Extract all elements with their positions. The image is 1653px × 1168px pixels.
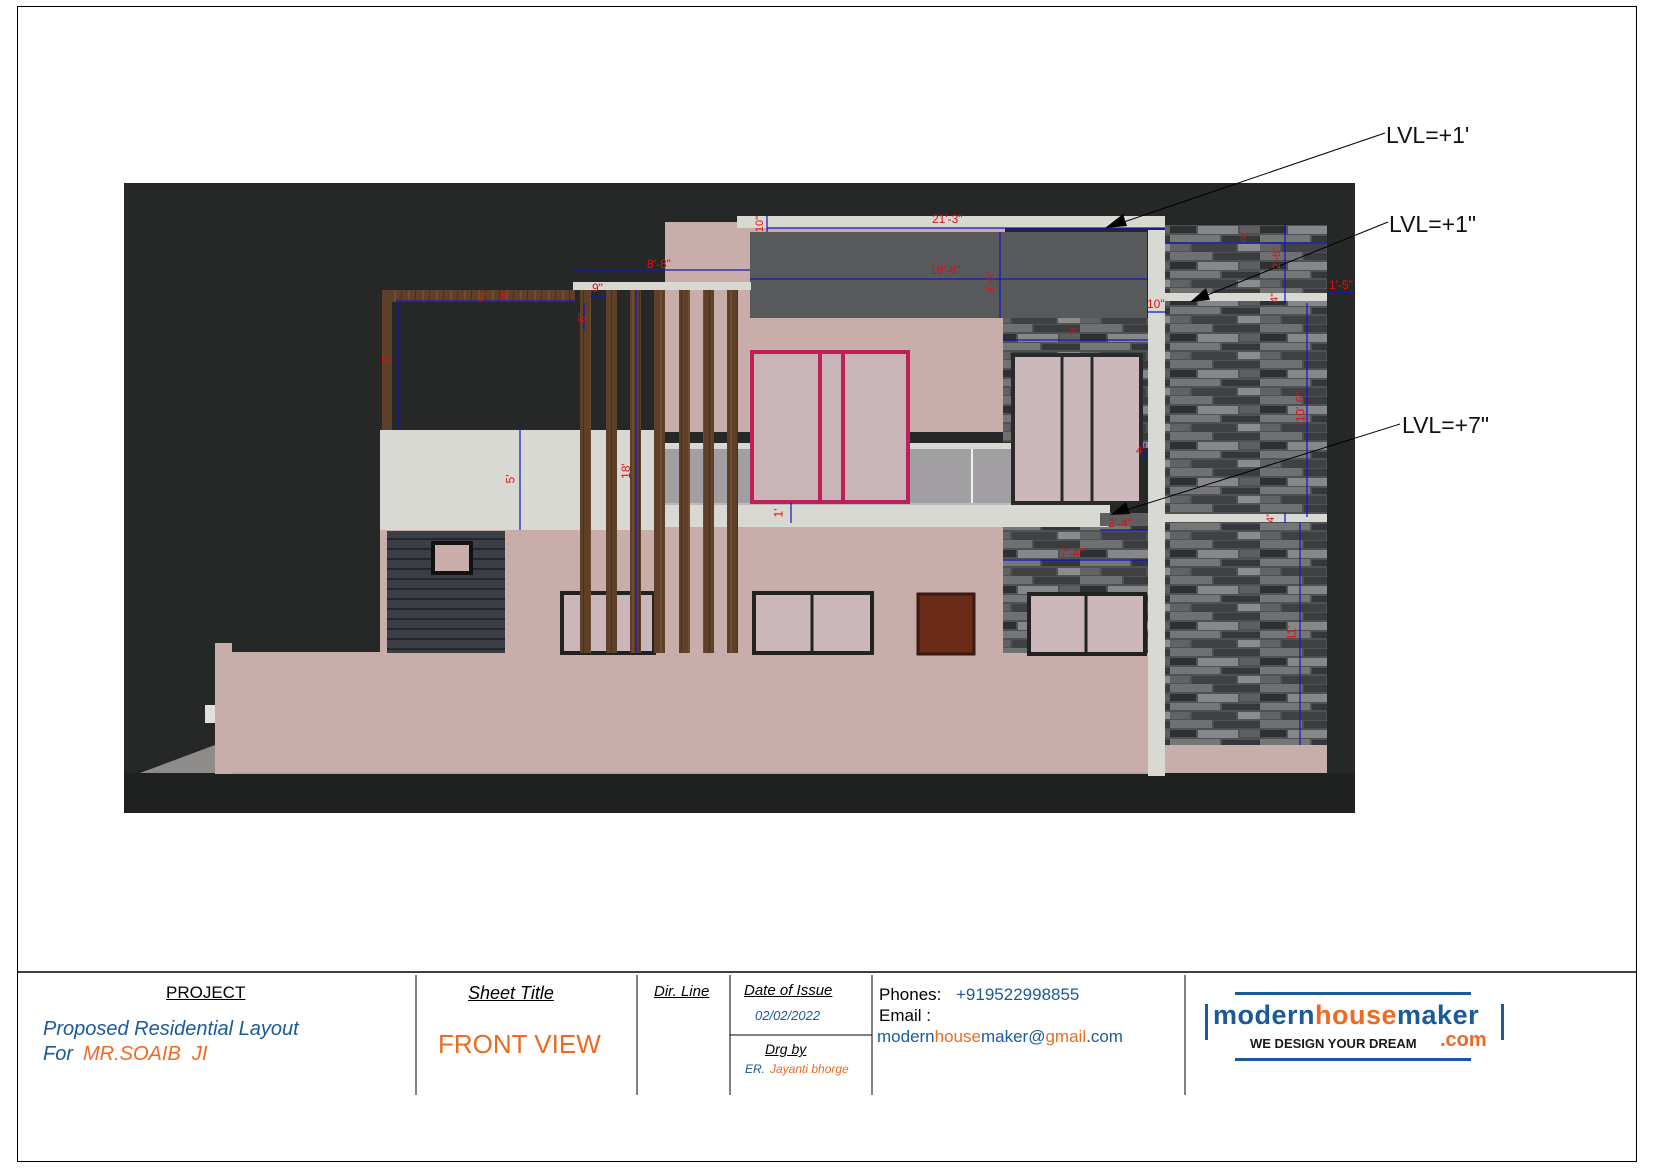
dim-label: 10": [1147, 297, 1165, 311]
date-label: Date of Issue: [744, 982, 833, 999]
project-line2-prefix: For: [43, 1043, 73, 1065]
dim-label: 4": [1265, 512, 1278, 524]
dim-label: 2'-4": [1108, 516, 1132, 530]
dim-label: 7': [1068, 325, 1077, 339]
upper-window-red: [750, 350, 910, 504]
phones-value: +919522998855: [956, 985, 1080, 1004]
dim-label: 10'-6": [1293, 391, 1308, 423]
drg-by-prefix: ER.: [745, 1062, 766, 1076]
slab-right-lower: [1165, 514, 1327, 522]
dim-label: 5': [503, 474, 518, 484]
drg-by-label: Drg by: [765, 1041, 807, 1057]
level-label: LVL=+1": [1389, 211, 1477, 237]
drg-by-name: Jayanti bhorge: [770, 1062, 849, 1076]
boundary-pillar: [215, 643, 232, 773]
logo-tagline: WE DESIGN YOUR DREAM: [1250, 1036, 1417, 1051]
dim-label: 9': [478, 290, 487, 304]
level-label: LVL=+1': [1386, 122, 1470, 148]
sheet-title-label: Sheet Title: [468, 983, 554, 1003]
main-door: [916, 592, 976, 656]
boundary-lamp: [205, 705, 215, 723]
dim-label: 6": [577, 312, 589, 323]
upper-window-right: [1011, 353, 1143, 505]
company-logo: modernhousemaker WE DESIGN YOUR DREAM .c…: [1200, 990, 1513, 1066]
dim-label: 8": [500, 290, 511, 302]
dim-label: 4'-6": [984, 271, 997, 293]
phones-label: Phones:: [879, 985, 942, 1004]
base-pink-right: [1165, 745, 1327, 773]
project-line1: Proposed Residential Layout: [43, 1018, 299, 1040]
dim-label: 7': [379, 354, 394, 364]
dim-label: 19'-8": [930, 263, 961, 277]
dim-label: 10": [754, 215, 767, 233]
level-label: LVL=+7": [1402, 412, 1490, 438]
small-window: [431, 541, 473, 575]
dim-label: 1'-5": [1329, 278, 1353, 292]
email-label: Email :: [879, 1006, 931, 1025]
project-label: PROJECT: [166, 983, 246, 1002]
dim-label: 4": [1136, 445, 1147, 457]
boundary-wall: [215, 652, 1160, 774]
dim-label: 1': [771, 508, 786, 518]
sheet-title-value: FRONT VIEW: [438, 1029, 601, 1059]
ground-strip: [124, 773, 1355, 813]
dim-label: 18': [618, 463, 633, 479]
client-name: MR.SOAIB JI: [83, 1043, 208, 1065]
dim-label: 8'-8": [647, 257, 671, 271]
slab-right: [1165, 293, 1327, 301]
dim-label: 21'-3": [932, 212, 963, 226]
first-floor-slab: [380, 503, 1110, 527]
logo-com: .com: [1440, 1029, 1487, 1051]
dim-label: 11': [1284, 625, 1299, 641]
date-value: 02/02/2022: [755, 1008, 821, 1023]
dir-line-label: Dir. Line: [654, 983, 710, 1000]
dim-label: 4": [1269, 292, 1282, 304]
dim-label: 7'-4": [1060, 546, 1084, 560]
dim-label: 2'-6": [1270, 247, 1283, 269]
stone-cladding-right: [1165, 225, 1327, 745]
dim-label: 9": [592, 281, 603, 295]
dim-label: 8': [1240, 231, 1249, 245]
email-value: modernhousemaker@gmail.com: [877, 1027, 1123, 1046]
